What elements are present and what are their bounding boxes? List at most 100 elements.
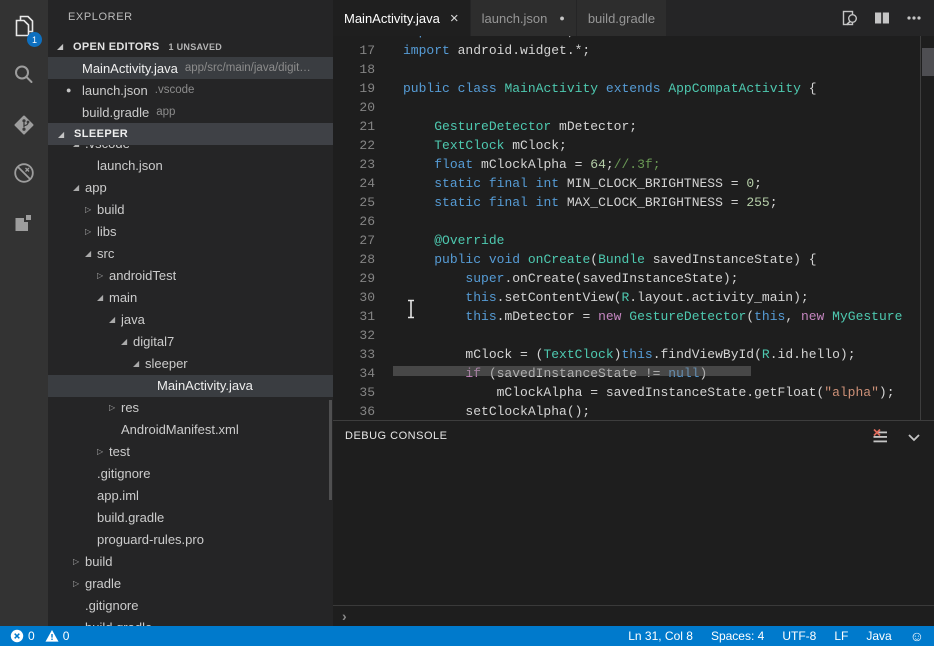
line-number[interactable]: 25 (333, 193, 375, 212)
tree-item[interactable]: ◢.vscode (48, 145, 333, 155)
twisty-expanded-icon[interactable]: ◢ (85, 243, 97, 265)
open-editor-item[interactable]: ●launch.json.vscode (48, 79, 333, 101)
panel-title[interactable]: DEBUG CONSOLE (345, 430, 447, 442)
tree-item[interactable]: MainActivity.java (48, 375, 333, 397)
open-editor-item[interactable]: MainActivity.javaapp/src/main/java/digit… (48, 57, 333, 79)
line-number[interactable]: 22 (333, 136, 375, 155)
tree-item[interactable]: ◢sleeper (48, 353, 333, 375)
tree-item[interactable]: ▷build (48, 199, 333, 221)
code-line[interactable]: 23 float mClockAlpha = 64;//.3f; (333, 155, 934, 174)
tree-item[interactable]: ▷build (48, 551, 333, 573)
code-line[interactable]: 18 (333, 60, 934, 79)
line-number[interactable]: 27 (333, 231, 375, 250)
close-panel-icon[interactable] (904, 427, 924, 447)
code-line[interactable]: 32 (333, 326, 934, 345)
twisty-collapsed-icon[interactable]: ▷ (73, 573, 85, 595)
line-number[interactable]: 35 (333, 383, 375, 402)
status-item-ln-31-col-8[interactable]: Ln 31, Col 8 (628, 629, 693, 643)
twisty-collapsed-icon[interactable]: ▷ (109, 397, 121, 419)
line-number[interactable]: 29 (333, 269, 375, 288)
tree-item[interactable]: build.gradle (48, 507, 333, 529)
line-number[interactable]: 21 (333, 117, 375, 136)
code-line[interactable]: 29 super.onCreate(savedInstanceState); (333, 269, 934, 288)
twisty-expanded-icon[interactable]: ◢ (109, 309, 121, 331)
twisty-expanded-icon[interactable]: ◢ (121, 331, 133, 353)
tree-item[interactable]: proguard-rules.pro (48, 529, 333, 551)
tree-item[interactable]: ▷test (48, 441, 333, 463)
tree-item[interactable]: ▷androidTest (48, 265, 333, 287)
problems-status[interactable]: 0 0 (10, 629, 79, 643)
search-icon[interactable] (0, 52, 48, 98)
line-number[interactable]: 34 (333, 364, 375, 383)
sidebar-scrollbar[interactable] (329, 400, 332, 500)
tree-item[interactable]: launch.json (48, 155, 333, 177)
tree-item[interactable]: .gitignore (48, 463, 333, 485)
tree-item[interactable]: ◢main (48, 287, 333, 309)
chevron-expanded-icon[interactable]: ◢ (58, 130, 74, 139)
more-actions-icon[interactable] (904, 8, 924, 28)
twisty-collapsed-icon[interactable]: ▷ (85, 199, 97, 221)
line-number[interactable]: 31 (333, 307, 375, 326)
code-line[interactable]: 22 TextClock mClock; (333, 136, 934, 155)
tree-item[interactable]: app.iml (48, 485, 333, 507)
tree-item[interactable]: AndroidManifest.xml (48, 419, 333, 441)
line-number[interactable]: 36 (333, 402, 375, 420)
code-line[interactable]: 21 GestureDetector mDetector; (333, 117, 934, 136)
horizontal-scrollbar[interactable] (393, 366, 751, 376)
line-number[interactable]: 24 (333, 174, 375, 193)
status-item-java[interactable]: Java (866, 629, 891, 643)
open-preview-icon[interactable] (840, 8, 860, 28)
tab-launch.json[interactable]: launch.json● (471, 0, 577, 36)
tree-item[interactable]: ▷gradle (48, 573, 333, 595)
line-number[interactable]: 18 (333, 60, 375, 79)
status-item-utf-8[interactable]: UTF-8 (782, 629, 816, 643)
explorer-icon[interactable]: 1 (0, 3, 48, 49)
tree-item[interactable]: ◢src (48, 243, 333, 265)
line-number[interactable]: 20 (333, 98, 375, 117)
status-item-lf[interactable]: LF (834, 629, 848, 643)
code-line[interactable]: 31 this.mDetector = new GestureDetector(… (333, 307, 934, 326)
tree-item[interactable]: ◢app (48, 177, 333, 199)
tree-item[interactable]: build.gradle (48, 617, 333, 626)
split-editor-icon[interactable] (872, 8, 892, 28)
line-number[interactable]: 30 (333, 288, 375, 307)
twisty-collapsed-icon[interactable]: ▷ (85, 221, 97, 243)
clear-console-icon[interactable] (870, 427, 890, 447)
extensions-icon[interactable] (0, 200, 48, 246)
code-editor[interactable]: 16import android.view.*;17import android… (333, 36, 934, 420)
code-line[interactable]: 20 (333, 98, 934, 117)
tab-build.gradle[interactable]: build.gradle (577, 0, 667, 36)
code-line[interactable]: 33 mClock = (TextClock)this.findViewById… (333, 345, 934, 364)
twisty-collapsed-icon[interactable]: ▷ (97, 441, 109, 463)
line-number[interactable]: 26 (333, 212, 375, 231)
code-line[interactable]: 36 setClockAlpha(); (333, 402, 934, 420)
code-line[interactable]: 17import android.widget.*; (333, 41, 934, 60)
line-number[interactable]: 19 (333, 79, 375, 98)
line-number[interactable]: 33 (333, 345, 375, 364)
code-line[interactable]: 30 this.setContentView(R.layout.activity… (333, 288, 934, 307)
tree-item[interactable]: ◢digital7 (48, 331, 333, 353)
line-number[interactable]: 17 (333, 41, 375, 60)
code-line[interactable]: 24 static final int MIN_CLOCK_BRIGHTNESS… (333, 174, 934, 193)
vertical-scrollbar-track[interactable] (920, 36, 934, 420)
vertical-scrollbar[interactable] (922, 48, 934, 76)
tree-section-header[interactable]: ◢ SLEEPER (48, 123, 333, 145)
twisty-expanded-icon[interactable]: ◢ (73, 177, 85, 199)
status-item-spaces-4[interactable]: Spaces: 4 (711, 629, 764, 643)
line-number[interactable]: 28 (333, 250, 375, 269)
source-control-icon[interactable] (0, 102, 48, 148)
twisty-collapsed-icon[interactable]: ▷ (97, 265, 109, 287)
code-line[interactable]: 28 public void onCreate(Bundle savedInst… (333, 250, 934, 269)
twisty-expanded-icon[interactable]: ◢ (133, 353, 145, 375)
code-line[interactable]: 35 mClockAlpha = savedInstanceState.getF… (333, 383, 934, 402)
feedback-smiley-icon[interactable]: ☺ (910, 629, 924, 643)
code-line[interactable]: 19public class MainActivity extends AppC… (333, 79, 934, 98)
debug-icon[interactable] (0, 150, 48, 196)
debug-console-input[interactable]: › (333, 605, 934, 626)
tab-MainActivity.java[interactable]: MainActivity.java× (333, 0, 471, 36)
line-number[interactable]: 32 (333, 326, 375, 345)
code-line[interactable]: 25 static final int MAX_CLOCK_BRIGHTNESS… (333, 193, 934, 212)
tree-item[interactable]: ▷res (48, 397, 333, 419)
tree-item[interactable]: ◢java (48, 309, 333, 331)
twisty-expanded-icon[interactable]: ◢ (97, 287, 109, 309)
